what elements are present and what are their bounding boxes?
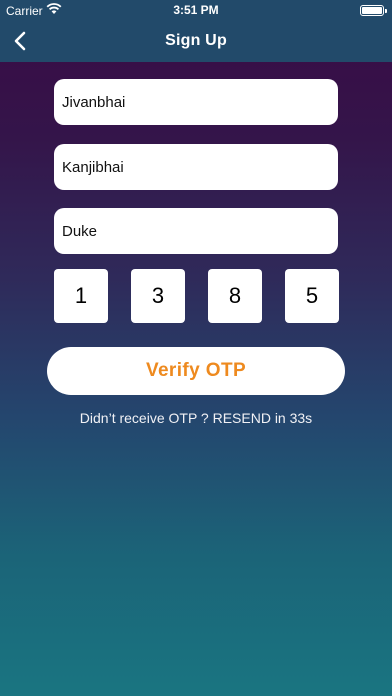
- otp-digit-1[interactable]: 1: [54, 269, 108, 323]
- first-name-value: Jivanbhai: [62, 93, 126, 111]
- middle-name-field[interactable]: Kanjibhai: [54, 144, 338, 190]
- last-name-field[interactable]: Duke: [54, 208, 338, 254]
- last-name-value: Duke: [62, 222, 98, 240]
- first-name-field[interactable]: Jivanbhai: [54, 79, 338, 125]
- navigation-bar: Sign Up: [0, 22, 392, 62]
- otp-digit-3[interactable]: 8: [208, 269, 262, 323]
- otp-digit-2[interactable]: 3: [131, 269, 185, 323]
- verify-otp-button[interactable]: Verify OTP: [47, 347, 345, 395]
- otp-digit-4[interactable]: 5: [285, 269, 339, 323]
- resend-otp-text[interactable]: Didn’t receive OTP ? RESEND in 33s: [0, 410, 392, 426]
- status-bar: Carrier 3:51 PM: [0, 0, 392, 22]
- middle-name-value: Kanjibhai: [62, 158, 124, 176]
- page-title: Sign Up: [165, 32, 227, 49]
- status-time: 3:51 PM: [173, 3, 219, 17]
- battery-icon: [360, 5, 387, 16]
- sign-up-screen: Carrier 3:51 PM Sign Up Jivanbhai Kanjib…: [0, 0, 392, 696]
